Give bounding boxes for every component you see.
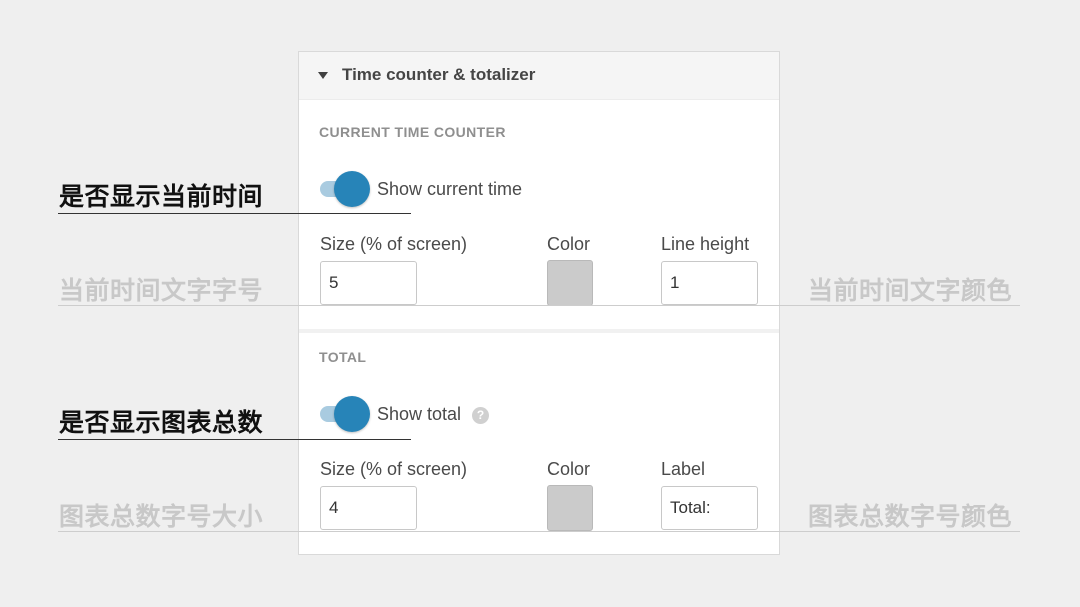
annotation-current-time-font-size: 当前时间文字字号 [59, 276, 264, 305]
total-size-input[interactable] [320, 486, 417, 530]
toggle-knob[interactable] [334, 171, 370, 207]
total-color-label: Color [547, 459, 591, 479]
question-mark-icon[interactable]: ? [472, 407, 489, 424]
settings-panel: Time counter & totalizer CURRENT TIME CO… [298, 51, 780, 555]
show-total-label: Show total [377, 404, 462, 424]
current-time-color-swatch[interactable] [547, 260, 593, 306]
line-height-label: Line height [661, 234, 750, 254]
section-heading-current-time: CURRENT TIME COUNTER [319, 124, 506, 140]
annotation-underline [58, 439, 411, 440]
show-total-toggle[interactable] [320, 396, 372, 432]
annotation-total-font-color: 图表总数字号颜色 [808, 502, 1013, 531]
caret-down-icon[interactable] [318, 72, 328, 79]
annotation-total-font-size: 图表总数字号大小 [59, 502, 264, 531]
total-color-swatch[interactable] [547, 485, 593, 531]
show-current-time-toggle[interactable] [320, 171, 372, 207]
total-label-input[interactable] [661, 486, 758, 530]
current-time-color-label: Color [547, 234, 591, 254]
total-label-field-label: Label [661, 459, 706, 479]
annotation-show-total: 是否显示图表总数 [59, 408, 264, 437]
current-time-size-label: Size (% of screen) [320, 234, 468, 254]
section-divider [299, 329, 779, 333]
toggle-knob[interactable] [334, 396, 370, 432]
line-height-input[interactable] [661, 261, 758, 305]
annotation-show-current-time: 是否显示当前时间 [59, 182, 264, 211]
panel-header[interactable]: Time counter & totalizer [299, 52, 779, 100]
show-current-time-label: Show current time [377, 179, 523, 199]
current-time-size-input[interactable] [320, 261, 417, 305]
section-heading-total: TOTAL [319, 349, 367, 365]
annotation-underline [58, 213, 411, 214]
annotation-current-time-font-color: 当前时间文字颜色 [808, 276, 1013, 305]
panel-title: Time counter & totalizer [342, 65, 536, 84]
total-size-label: Size (% of screen) [320, 459, 468, 479]
